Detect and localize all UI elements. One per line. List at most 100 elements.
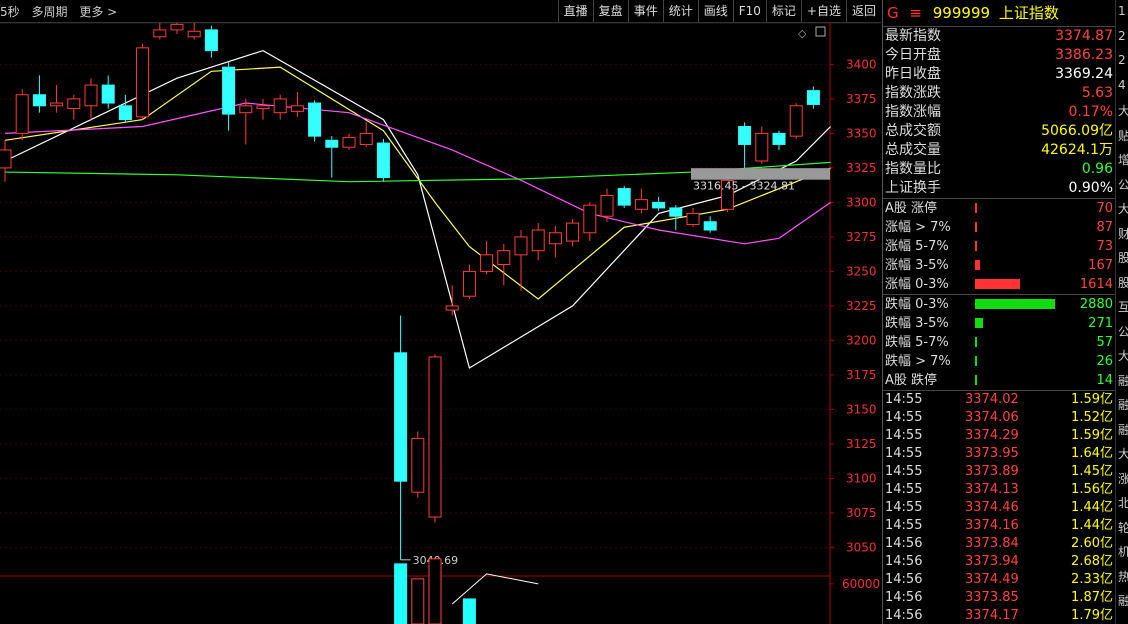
candle[interactable] <box>462 264 476 300</box>
quote-label: 总成交量 <box>885 142 941 158</box>
candle[interactable] <box>806 86 820 109</box>
candle[interactable] <box>204 25 218 58</box>
candle[interactable] <box>738 122 752 168</box>
candle[interactable] <box>480 241 494 275</box>
candle-body <box>480 254 494 272</box>
candle[interactable] <box>342 133 356 150</box>
toolbar-button-6[interactable]: 标记 <box>765 0 801 22</box>
candle-body <box>514 236 528 256</box>
candle[interactable] <box>187 23 201 40</box>
candle[interactable] <box>634 188 648 214</box>
candle[interactable] <box>325 136 339 178</box>
edge-strip-item[interactable]: 大 <box>1118 445 1128 462</box>
edge-strip-item[interactable]: 4 <box>1118 78 1126 92</box>
candle[interactable] <box>359 122 373 148</box>
edge-strip-item[interactable]: 大 <box>1118 102 1128 119</box>
candle[interactable] <box>376 138 390 182</box>
candle[interactable] <box>566 218 580 247</box>
candle[interactable] <box>772 130 786 150</box>
multi-period-button[interactable]: 多周期 <box>31 5 67 19</box>
candle[interactable] <box>308 100 322 142</box>
toolbar-button-4[interactable]: 画线 <box>697 0 733 22</box>
kline-chart[interactable]: 3400 3375 3350 3325 3300 3275 3250 3225 3200 3175… <box>0 23 881 624</box>
quote-label: 最新指数 <box>885 28 941 44</box>
edge-strip-item[interactable]: 轮 <box>1118 519 1128 536</box>
candle[interactable] <box>153 23 167 40</box>
candle[interactable] <box>273 94 287 120</box>
edge-strip-item[interactable]: 融 <box>1118 592 1128 609</box>
edge-strip-item[interactable]: 财 <box>1118 225 1128 242</box>
edge-strip-item[interactable]: 热 <box>1118 568 1128 585</box>
toolbar-button-3[interactable]: 统计 <box>662 0 698 22</box>
edge-strip-item[interactable]: 股 <box>1118 274 1128 291</box>
candle[interactable] <box>531 223 545 261</box>
candle[interactable] <box>84 78 98 120</box>
toolbar-button-0[interactable]: 直播 <box>557 0 593 22</box>
tick-price: 3374.06 <box>965 410 1019 425</box>
toolbar-button-7[interactable]: +自选 <box>800 0 846 22</box>
candle[interactable] <box>652 196 666 211</box>
tick-list[interactable]: 14:55 3374.02 1.59亿 14:55 3374.06 1.52亿 14:55 3… <box>883 390 1115 624</box>
edge-strip-item[interactable]: 贴 <box>1118 127 1128 144</box>
toolbar-button-1[interactable]: 复盘 <box>592 0 628 22</box>
candle-body <box>772 132 786 145</box>
candle[interactable] <box>411 431 425 498</box>
menu-icon[interactable]: ≡ <box>909 4 922 22</box>
candle-body <box>376 142 390 179</box>
candle[interactable] <box>222 61 236 131</box>
tick-row: 14:56 3373.84 2.60亿 <box>883 535 1115 553</box>
edge-strip-item[interactable]: 大 <box>1118 200 1128 217</box>
candle[interactable] <box>497 243 511 286</box>
edge-strip-item[interactable]: 2 <box>1118 53 1126 67</box>
edge-strip-item[interactable]: 互 <box>1118 298 1128 315</box>
edge-strip-item[interactable]: 1 <box>1118 4 1126 18</box>
candle[interactable] <box>101 75 115 109</box>
candle[interactable] <box>394 315 408 560</box>
candle[interactable] <box>428 354 442 523</box>
edge-strip-item[interactable]: 股 <box>1118 249 1128 266</box>
toolbar-button-8[interactable]: 返回 <box>845 0 881 22</box>
breadth-bar <box>975 203 977 213</box>
edge-strip-item[interactable]: 大 <box>1118 347 1128 364</box>
edge-strip-item[interactable]: 融 <box>1118 372 1128 389</box>
volume-bar <box>428 558 442 624</box>
breadth-row: 跌幅 > 7% 26 <box>883 352 1115 371</box>
candle[interactable] <box>686 207 700 228</box>
candle[interactable] <box>256 98 270 120</box>
edge-strip-item[interactable]: 公 <box>1118 176 1128 193</box>
candle[interactable] <box>514 230 528 291</box>
breadth-bar <box>975 279 1020 289</box>
candle[interactable] <box>789 103 803 139</box>
quote-label: 上证换手 <box>885 180 941 196</box>
candle[interactable] <box>170 23 184 35</box>
candle[interactable] <box>0 140 12 182</box>
edge-strip-item[interactable]: 机 <box>1118 543 1128 560</box>
candle[interactable] <box>548 225 562 258</box>
candle[interactable] <box>136 43 150 120</box>
period-selector[interactable]: 5秒 <box>0 5 20 19</box>
edge-strip-item[interactable]: 融 <box>1118 421 1128 438</box>
candle[interactable] <box>703 216 717 233</box>
candle[interactable] <box>583 202 597 242</box>
candle[interactable] <box>239 98 253 145</box>
candle-body <box>686 212 700 225</box>
toolbar-button-2[interactable]: 事件 <box>627 0 663 22</box>
candle[interactable] <box>15 89 29 141</box>
edge-strip-item[interactable]: 北 <box>1118 494 1128 511</box>
diamond-icon[interactable]: ◇ <box>798 27 807 40</box>
candle[interactable] <box>67 94 81 120</box>
edge-strip-item[interactable]: 增 <box>1118 151 1128 168</box>
candle[interactable] <box>755 126 769 164</box>
edge-strip-item[interactable]: 公 <box>1118 323 1128 340</box>
candle-body <box>531 229 545 252</box>
square-icon[interactable] <box>815 26 826 37</box>
kline-chart-svg[interactable]: 3400 3375 3350 3325 3300 3275 3250 3225 3200 3175… <box>0 23 881 624</box>
edge-strip-item[interactable]: 融 <box>1118 396 1128 413</box>
candle[interactable] <box>617 185 631 208</box>
edge-strip-item[interactable]: 2 <box>1118 29 1126 43</box>
toolbar-button-5[interactable]: F10 <box>732 0 766 22</box>
candle[interactable] <box>32 75 46 113</box>
candle[interactable] <box>290 92 304 117</box>
edge-strip-item[interactable]: 涨 <box>1118 470 1128 487</box>
more-button[interactable]: 更多 > <box>79 5 117 19</box>
